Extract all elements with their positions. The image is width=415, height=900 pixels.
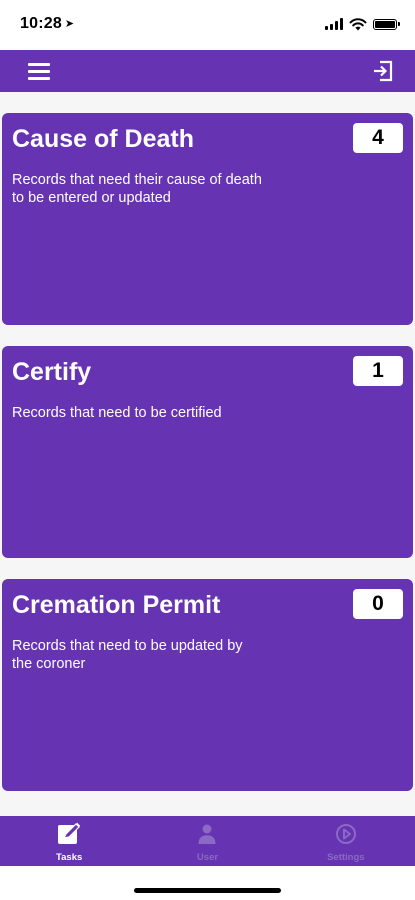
edit-pencil-icon <box>58 822 81 844</box>
logout-icon[interactable] <box>371 59 395 83</box>
status-time: 10:28 ➤ <box>20 15 74 33</box>
settings-icon <box>335 824 356 844</box>
location-arrow-icon: ➤ <box>64 18 75 30</box>
status-icons <box>325 16 400 32</box>
tab-user[interactable]: User <box>138 816 276 866</box>
task-title: Cremation Permit <box>12 591 221 619</box>
task-description: Records that need to be updated by the c… <box>12 638 243 672</box>
task-title: Cause of Death <box>12 125 194 153</box>
home-indicator-area <box>0 866 415 900</box>
tab-bar: Tasks User Settings <box>0 816 415 866</box>
task-count-badge: 4 <box>353 123 403 153</box>
task-card-cause-of-death[interactable]: Cause of Death 4 Records that need their… <box>2 113 413 325</box>
task-card-certify[interactable]: Certify 1 Records that need to be certif… <box>2 346 413 558</box>
task-count-badge: 1 <box>353 356 403 386</box>
home-indicator[interactable] <box>134 888 281 893</box>
tab-label: User <box>196 852 219 863</box>
status-bar: 10:28 ➤ <box>0 0 415 50</box>
task-description: Records that need their cause of death t… <box>12 172 262 206</box>
tab-label: Tasks <box>56 852 83 863</box>
status-time-text: 10:28 <box>20 15 62 32</box>
task-list: Cause of Death 4 Records that need their… <box>0 92 415 816</box>
tab-tasks[interactable]: Tasks <box>0 816 138 866</box>
task-count-badge: 0 <box>353 589 403 619</box>
tab-label: Settings <box>327 852 365 863</box>
task-card-cremation-permit[interactable]: Cremation Permit 0 Records that need to … <box>2 579 413 791</box>
task-title: Certify <box>12 358 92 386</box>
task-description: Records that need to be certified <box>12 405 222 421</box>
battery-icon <box>373 18 400 30</box>
wifi-icon <box>349 18 367 31</box>
cellular-signal-icon <box>325 18 343 30</box>
tab-settings[interactable]: Settings <box>277 816 415 866</box>
hamburger-menu-icon[interactable] <box>28 63 52 80</box>
app-header <box>0 50 415 92</box>
user-icon <box>198 824 216 844</box>
